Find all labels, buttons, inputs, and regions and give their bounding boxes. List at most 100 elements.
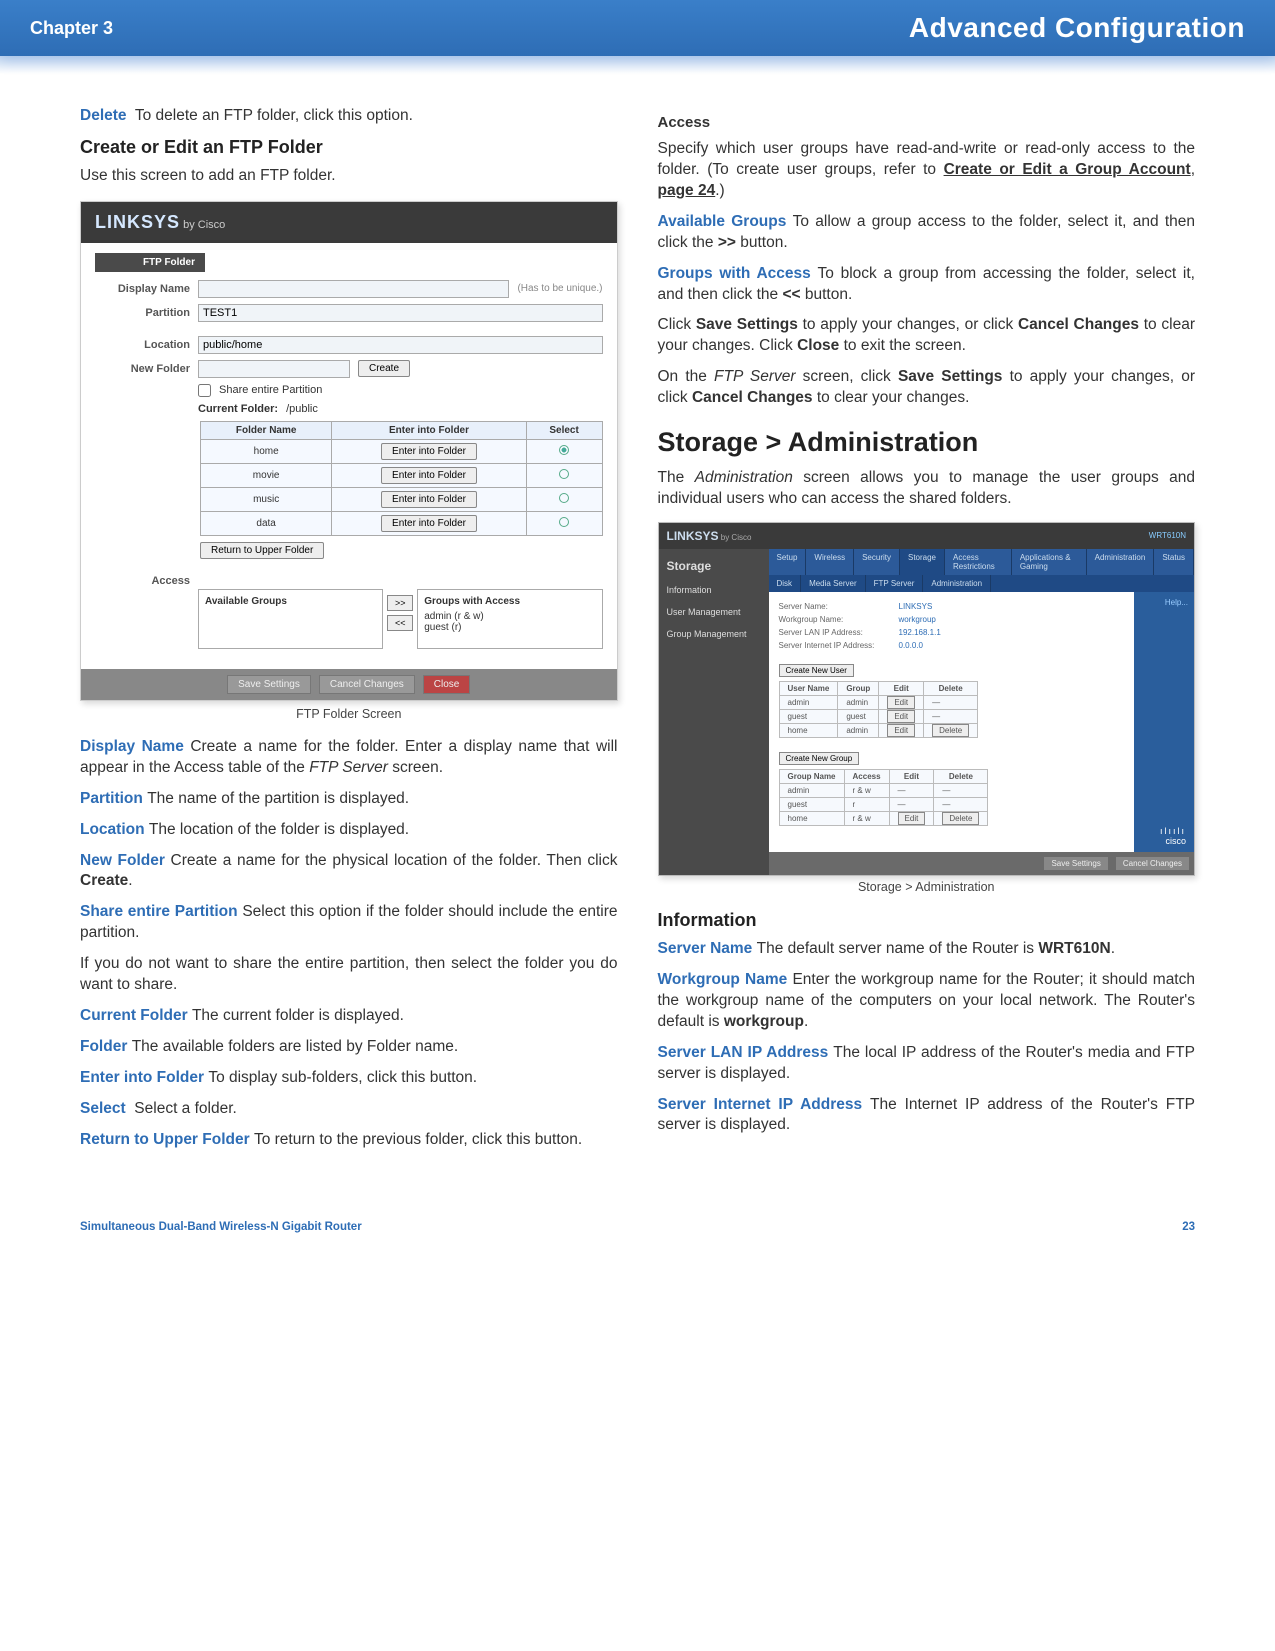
para-return: Return to Upper Folder To return to the … <box>80 1130 618 1151</box>
hint-unique: (Has to be unique.) <box>517 283 602 294</box>
storage-main: Server Name:LINKSYS Workgroup Name:workg… <box>769 592 1135 852</box>
para-folder: Folder The available folders are listed … <box>80 1037 618 1058</box>
subtab[interactable]: Disk <box>769 575 802 592</box>
enter-folder-button[interactable]: Enter into Folder <box>381 491 477 508</box>
tab[interactable]: Access Restrictions <box>945 549 1012 575</box>
create-user-button[interactable]: Create New User <box>779 664 854 677</box>
subtab[interactable]: Administration <box>923 575 991 592</box>
para-new-folder: New Folder Create a name for the physica… <box>80 851 618 893</box>
table-row: homer & wEditDelete <box>779 811 988 825</box>
tab[interactable]: Wireless <box>806 549 854 575</box>
para-current-folder: Current Folder The current folder is dis… <box>80 1006 618 1027</box>
ftp-folder-screenshot: LINKSYS by Cisco FTP Folder Display Name… <box>80 201 618 701</box>
help-link[interactable]: Help... <box>1134 592 1194 613</box>
link-page-24[interactable]: page 24 <box>658 182 716 199</box>
move-left-button[interactable]: << <box>387 615 413 631</box>
by-cisco: by Cisco <box>183 219 225 231</box>
current-folder-val: /public <box>286 403 318 415</box>
edit-button[interactable]: Edit <box>887 710 915 723</box>
caption-ftp: FTP Folder Screen <box>80 707 618 721</box>
sidebar-item[interactable]: Group Management <box>659 623 769 645</box>
cancel-changes-button[interactable]: Cancel Changes <box>1116 857 1189 870</box>
enter-folder-button[interactable]: Enter into Folder <box>381 515 477 532</box>
create-group-button[interactable]: Create New Group <box>779 752 860 765</box>
para-save-cancel-close: Click Save Settings to apply your change… <box>658 315 1196 357</box>
access-box: Available Groups >> << Groups with Acces… <box>198 589 603 649</box>
subtab[interactable]: FTP Server <box>866 575 924 592</box>
radio-icon[interactable] <box>559 469 569 479</box>
col-folder: Folder Name <box>201 421 332 439</box>
lbl-partition: Partition <box>95 307 190 319</box>
available-groups-panel[interactable]: Available Groups <box>198 589 383 649</box>
sidebar-item[interactable]: Information <box>659 579 769 601</box>
table-row: guestguestEdit— <box>779 709 978 723</box>
cancel-changes-button[interactable]: Cancel Changes <box>319 675 415 694</box>
info-heading: Information <box>658 910 1196 931</box>
right-column: Access Specify which user groups have re… <box>658 106 1196 1161</box>
storage-bottom: Save Settings Cancel Changes <box>769 852 1195 875</box>
delete-button[interactable]: Delete <box>932 724 969 737</box>
table-row: movieEnter into Folder <box>201 463 603 487</box>
tab[interactable]: Setup <box>769 549 807 575</box>
brand-logo: LINKSYS <box>95 212 180 232</box>
para-lan: Server LAN IP Address The local IP addre… <box>658 1043 1196 1085</box>
cisco-logo: ılıılı cisco <box>1134 816 1194 852</box>
para-workgroup: Workgroup Name Enter the workgroup name … <box>658 970 1196 1033</box>
subtab[interactable]: Media Server <box>801 575 866 592</box>
sidebar-item[interactable]: User Management <box>659 601 769 623</box>
tab[interactable]: Status <box>1154 549 1194 575</box>
input-new-folder[interactable] <box>198 360 350 378</box>
groups-with-access-panel[interactable]: Groups with Access admin (r & w) guest (… <box>417 589 602 649</box>
row-location: Location <box>95 336 603 354</box>
edit-button[interactable]: Edit <box>887 696 915 709</box>
content-area: Delete To delete an FTP folder, click th… <box>0 106 1275 1201</box>
tab[interactable]: Security <box>854 549 900 575</box>
storage-subtabs: Disk Media Server FTP Server Administrat… <box>769 575 1195 592</box>
storage-top: LINKSYS by Cisco WRT610N <box>659 523 1195 549</box>
return-upper-button[interactable]: Return to Upper Folder <box>200 542 324 559</box>
col-select: Select <box>526 421 602 439</box>
footer-product: Simultaneous Dual-Band Wireless-N Gigabi… <box>80 1221 362 1233</box>
enter-folder-button[interactable]: Enter into Folder <box>381 467 477 484</box>
share-label: Share entire Partition <box>219 384 322 396</box>
chapter-label: Chapter 3 <box>30 18 113 39</box>
create-button[interactable]: Create <box>358 360 410 377</box>
create-heading: Create or Edit an FTP Folder <box>80 137 618 158</box>
delete-button[interactable]: Delete <box>942 812 979 825</box>
tab[interactable]: Administration <box>1087 549 1155 575</box>
save-settings-button[interactable]: Save Settings <box>227 675 311 694</box>
close-button[interactable]: Close <box>423 675 471 694</box>
ftp-section-title: FTP Folder <box>95 253 205 272</box>
row-display-name: Display Name (Has to be unique.) <box>95 280 603 298</box>
input-display-name[interactable] <box>198 280 509 298</box>
table-row: homeEnter into Folder <box>201 439 603 463</box>
input-location[interactable] <box>198 336 603 354</box>
lbl-access: Access <box>95 575 190 587</box>
enter-folder-button[interactable]: Enter into Folder <box>381 443 477 460</box>
save-settings-button[interactable]: Save Settings <box>1044 857 1107 870</box>
radio-icon[interactable] <box>559 517 569 527</box>
storage-admin-screenshot: LINKSYS by Cisco WRT610N Storage Informa… <box>658 522 1196 876</box>
share-checkbox[interactable] <box>198 384 211 397</box>
link-create-group[interactable]: Create or Edit a Group Account <box>944 161 1191 178</box>
table-row: homeadminEditDelete <box>779 723 978 737</box>
table-row: musicEnter into Folder <box>201 487 603 511</box>
row-share: Share entire Partition <box>95 384 603 397</box>
edit-button[interactable]: Edit <box>887 724 915 737</box>
term-delete: Delete <box>80 107 127 124</box>
ftp-body: FTP Folder Display Name (Has to be uniqu… <box>81 243 617 669</box>
move-right-button[interactable]: >> <box>387 595 413 611</box>
storage-heading: Storage > Administration <box>658 427 1196 458</box>
screenshot-footer: Save Settings Cancel Changes Close <box>81 669 617 700</box>
user-table: User NameGroupEditDelete adminadminEdit—… <box>779 681 979 738</box>
tab[interactable]: Storage <box>900 549 945 575</box>
radio-icon[interactable] <box>559 445 569 455</box>
folder-table: Folder Name Enter into Folder Select hom… <box>200 421 603 536</box>
para-wan: Server Internet IP Address The Internet … <box>658 1095 1196 1137</box>
para-share-extra: If you do not want to share the entire p… <box>80 954 618 996</box>
tab[interactable]: Applications & Gaming <box>1012 549 1087 575</box>
radio-icon[interactable] <box>559 493 569 503</box>
delete-para: Delete To delete an FTP folder, click th… <box>80 106 618 127</box>
input-partition[interactable] <box>198 304 603 322</box>
edit-button[interactable]: Edit <box>898 812 926 825</box>
